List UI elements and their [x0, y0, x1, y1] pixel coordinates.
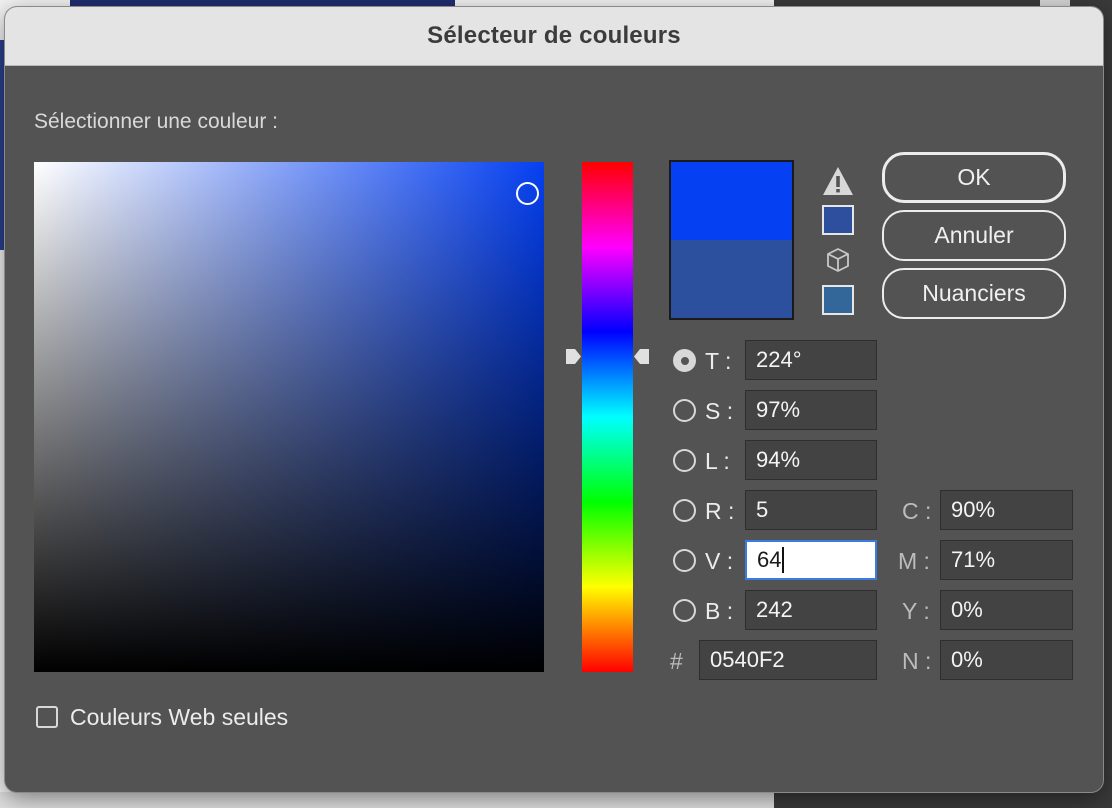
blue-label: B :: [705, 598, 734, 624]
hue-slider[interactable]: [582, 162, 633, 672]
black-field[interactable]: 0%: [940, 640, 1073, 680]
select-color-label: Sélectionner une couleur :: [34, 110, 278, 133]
hue-label: T :: [705, 348, 732, 374]
dialog-title[interactable]: Sélecteur de couleurs: [5, 7, 1103, 66]
black-label: N :: [902, 648, 932, 674]
saturation-brightness-field[interactable]: [34, 162, 544, 672]
radio-brightness[interactable]: [673, 449, 696, 472]
cancel-button[interactable]: Annuler: [882, 210, 1066, 261]
new-color-swatch: [671, 162, 792, 240]
hex-label: #: [670, 648, 683, 674]
original-color-swatch[interactable]: [671, 240, 792, 318]
green-field[interactable]: 64: [745, 540, 877, 580]
magenta-field[interactable]: 71%: [940, 540, 1073, 580]
swatches-button[interactable]: Nuanciers: [882, 268, 1066, 319]
web-safe-swatch[interactable]: [822, 285, 854, 315]
radio-saturation[interactable]: [673, 399, 696, 422]
radio-green[interactable]: [673, 549, 696, 572]
background-app-footer: [0, 792, 774, 808]
hex-field[interactable]: 0540F2: [699, 640, 877, 680]
saturation-label: S :: [705, 398, 734, 424]
red-label: R :: [705, 498, 735, 524]
color-preview: [669, 160, 794, 320]
magenta-label: M :: [898, 548, 930, 574]
red-field[interactable]: 5: [745, 490, 877, 530]
hue-field[interactable]: 224°: [745, 340, 877, 380]
cube-icon: [825, 247, 851, 273]
yellow-label: Y :: [902, 598, 930, 624]
radio-hue[interactable]: [673, 349, 696, 372]
color-field-cursor[interactable]: [516, 182, 539, 205]
warning-triangle-icon[interactable]: [822, 166, 854, 196]
brightness-label: L :: [705, 448, 730, 474]
text-caret: [782, 547, 785, 573]
saturation-field[interactable]: 97%: [745, 390, 877, 430]
radio-red[interactable]: [673, 499, 696, 522]
green-field-value: 64: [757, 547, 782, 572]
ok-button[interactable]: OK: [882, 152, 1066, 203]
gamut-swatch[interactable]: [822, 205, 854, 235]
web-colors-only-checkbox[interactable]: [36, 706, 58, 728]
radio-blue[interactable]: [673, 599, 696, 622]
blue-field[interactable]: 242: [745, 590, 877, 630]
brightness-field[interactable]: 94%: [745, 440, 877, 480]
hue-slider-right-arrow[interactable]: [634, 349, 649, 364]
yellow-field[interactable]: 0%: [940, 590, 1073, 630]
color-picker-dialog: Sélecteur de couleurs Sélectionner une c…: [5, 7, 1103, 792]
green-label: V :: [705, 548, 734, 574]
cyan-label: C :: [902, 498, 932, 524]
web-colors-only-label[interactable]: Couleurs Web seules: [70, 704, 288, 731]
hue-slider-left-arrow[interactable]: [566, 349, 581, 364]
cyan-field[interactable]: 90%: [940, 490, 1073, 530]
